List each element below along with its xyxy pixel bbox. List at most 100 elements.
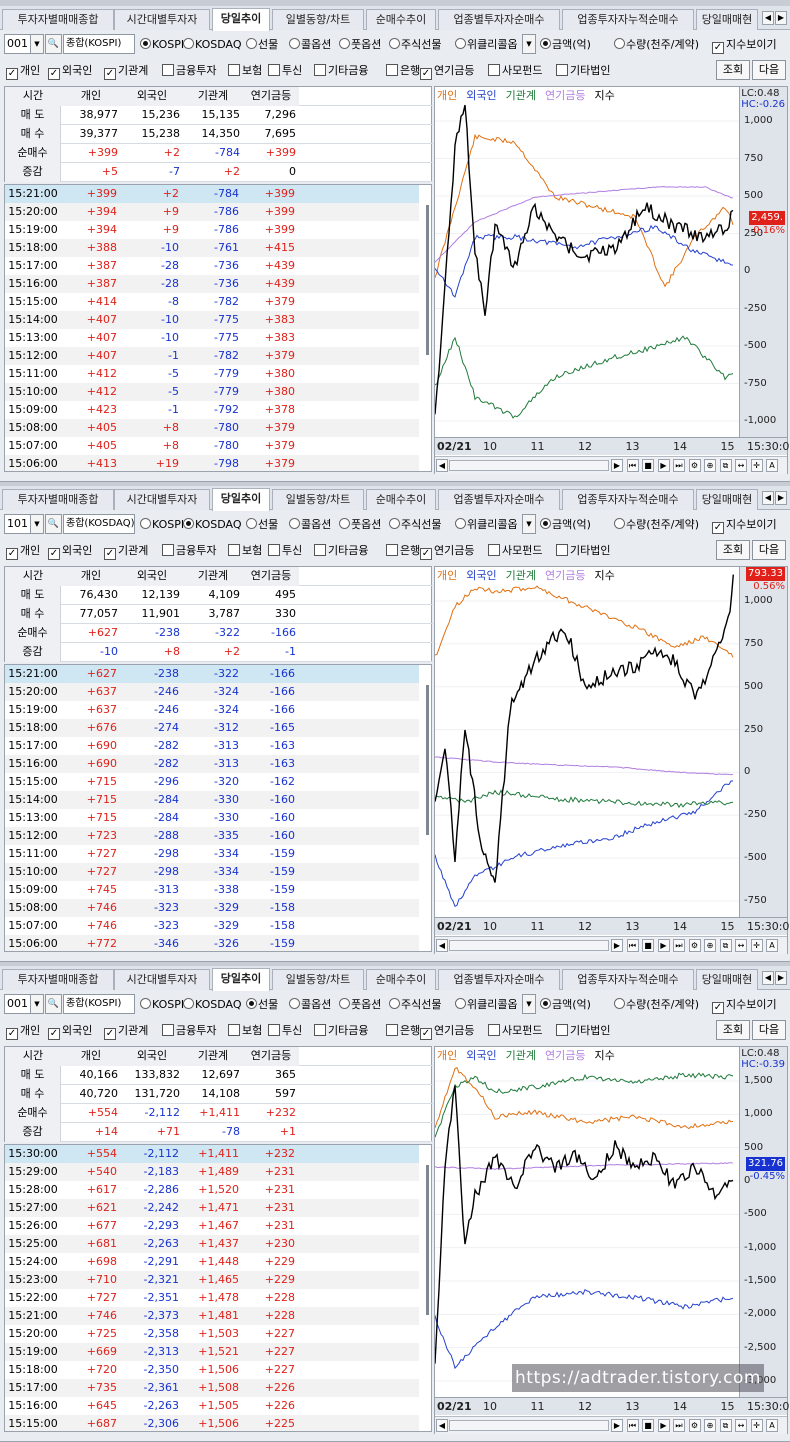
table-row[interactable]: 15:20:00 +637 -246 -324 -166 [5, 683, 419, 701]
chevron-down-icon[interactable]: ▼ [30, 994, 44, 1014]
crosshair-icon[interactable]: ✛ [750, 1419, 763, 1432]
radio-dot[interactable] [540, 518, 551, 529]
tab-1[interactable]: 투자자별매매종합 [2, 489, 114, 510]
checkbox-box[interactable]: ✓ [420, 68, 432, 80]
filter-checkbox-2[interactable]: ✓ 외국인 [48, 63, 92, 80]
radio-market-1[interactable]: KOSPI [140, 997, 184, 1013]
table-row[interactable]: 15:28:00 +617 -2,286 +1,520 +231 [5, 1181, 419, 1199]
table-row[interactable]: 15:19:00 +394 +9 -786 +399 [5, 221, 419, 239]
filter-checkbox-1[interactable]: ✓ 개인 [6, 63, 40, 80]
table-row[interactable]: 15:17:00 +690 -282 -313 -163 [5, 737, 419, 755]
table-row[interactable]: 15:09:00 +745 -313 -338 -159 [5, 881, 419, 899]
table-row[interactable]: 15:18:00 +720 -2,350 +1,506 +227 [5, 1361, 419, 1379]
radio-market-7[interactable]: 위클리콜옵 [455, 997, 518, 1013]
play-icon[interactable]: ▶ [657, 459, 670, 472]
radio-market-1[interactable]: KOSPI [140, 517, 184, 533]
crosshair-icon[interactable]: ✛ [750, 939, 763, 952]
stop-icon[interactable]: ■ [642, 939, 654, 952]
scroll-left-icon[interactable]: ◀ [436, 1419, 448, 1432]
tab-3[interactable]: 당일추이 [212, 8, 270, 31]
show-index-checkbox[interactable]: ✓ 지수보이기 [712, 517, 777, 534]
checkbox-box[interactable]: ✓ [48, 548, 60, 560]
checkbox-box[interactable]: ✓ [104, 548, 116, 560]
checkbox-box[interactable] [488, 1024, 500, 1036]
query-button[interactable]: 조회 [716, 540, 750, 560]
checkbox-box[interactable]: ✓ [104, 1028, 116, 1040]
radio-market-5[interactable]: 풋옵션 [339, 517, 381, 533]
table-row[interactable]: 15:19:00 +637 -246 -324 -166 [5, 701, 419, 719]
radio-dot[interactable] [540, 998, 551, 1009]
checkbox-box[interactable] [556, 1024, 568, 1036]
radio-dot[interactable] [389, 518, 400, 529]
table-row[interactable]: 15:15:00 +414 -8 -782 +379 [5, 293, 419, 311]
radio-unit-1[interactable]: 금액(억) [540, 997, 591, 1013]
show-index-checkbox[interactable]: ✓ 지수보이기 [712, 37, 777, 54]
query-button[interactable]: 조회 [716, 1020, 750, 1040]
tab-6[interactable]: 업종별투자자순매수 [438, 489, 560, 510]
table-row[interactable]: 15:10:00 +412 -5 -779 +380 [5, 383, 419, 401]
table-row[interactable]: 15:13:00 +715 -284 -330 -160 [5, 809, 419, 827]
radio-market-5[interactable]: 풋옵션 [339, 997, 381, 1013]
search-icon[interactable]: 🔍 [45, 34, 62, 54]
window-icon[interactable]: ⧉ [719, 459, 732, 472]
checkbox-box[interactable]: ✓ [420, 1028, 432, 1040]
filter-checkbox-10[interactable]: 사모펀드 [488, 63, 542, 79]
radio-dot[interactable] [183, 998, 194, 1009]
filter-checkbox-10[interactable]: 사모펀드 [488, 543, 542, 559]
checkbox-box[interactable] [314, 544, 326, 556]
filter-checkbox-8[interactable]: 은행 [386, 63, 420, 79]
radio-dot[interactable] [289, 38, 300, 49]
table-row[interactable]: 15:26:00 +677 -2,293 +1,467 +231 [5, 1217, 419, 1235]
table-row[interactable]: 15:16:00 +690 -282 -313 -163 [5, 755, 419, 773]
checkbox-box[interactable] [268, 64, 280, 76]
filter-checkbox-4[interactable]: 금융투자 [162, 543, 216, 559]
table-row[interactable]: 15:15:00 +715 -296 -320 -162 [5, 773, 419, 791]
filter-checkbox-11[interactable]: 기타법인 [556, 543, 610, 559]
table-row[interactable]: 15:23:00 +710 -2,321 +1,465 +229 [5, 1271, 419, 1289]
radio-unit-1[interactable]: 금액(억) [540, 517, 591, 533]
checkbox-box[interactable] [386, 544, 398, 556]
tab-scroll-left-icon[interactable]: ◀ [762, 971, 774, 985]
tab-6[interactable]: 업종별투자자순매수 [438, 969, 560, 990]
table-row[interactable]: 15:29:00 +540 -2,183 +1,489 +231 [5, 1163, 419, 1181]
tab-8[interactable]: 당일매매현 [696, 489, 758, 510]
chevron-down-icon[interactable]: ▼ [30, 514, 44, 534]
last-icon[interactable]: ⏭ [673, 1419, 685, 1432]
check-icon[interactable]: ✓ [712, 42, 724, 54]
checkbox-box[interactable] [268, 1024, 280, 1036]
text-icon[interactable]: A [766, 1419, 778, 1432]
filter-checkbox-3[interactable]: ✓ 기관계 [104, 543, 148, 560]
radio-unit-2[interactable]: 수량(천주/계약) [614, 997, 699, 1013]
last-icon[interactable]: ⏭ [673, 459, 685, 472]
radio-dot[interactable] [389, 998, 400, 1009]
filter-checkbox-6[interactable]: 투신 [268, 63, 302, 79]
table-row[interactable]: 15:06:00 +772 -346 -326 -159 [5, 935, 419, 951]
text-icon[interactable]: A [766, 459, 778, 472]
filter-checkbox-1[interactable]: ✓ 개인 [6, 543, 40, 560]
radio-dot[interactable] [246, 518, 257, 529]
radio-market-2[interactable]: KOSDAQ [183, 37, 242, 53]
checkbox-box[interactable] [162, 544, 174, 556]
filter-checkbox-2[interactable]: ✓ 외국인 [48, 1023, 92, 1040]
radio-dot[interactable] [339, 518, 350, 529]
table-row[interactable]: 15:16:00 +387 -28 -736 +439 [5, 275, 419, 293]
checkbox-box[interactable] [386, 64, 398, 76]
radio-dot[interactable] [339, 38, 350, 49]
filter-checkbox-6[interactable]: 투신 [268, 1023, 302, 1039]
checkbox-box[interactable] [162, 64, 174, 76]
radio-dot[interactable] [540, 38, 551, 49]
filter-checkbox-3[interactable]: ✓ 기관계 [104, 63, 148, 80]
table-row[interactable]: 15:22:00 +727 -2,351 +1,478 +228 [5, 1289, 419, 1307]
table-row[interactable]: 15:25:00 +681 -2,263 +1,437 +230 [5, 1235, 419, 1253]
last-icon[interactable]: ⏭ [673, 939, 685, 952]
filter-checkbox-5[interactable]: 보험 [228, 543, 262, 559]
filter-checkbox-9[interactable]: ✓ 연기금등 [420, 543, 474, 560]
search-icon[interactable]: 🔍 [45, 514, 62, 534]
table-row[interactable]: 15:21:00 +627 -238 -322 -166 [5, 665, 419, 683]
table-row[interactable]: 15:15:00 +687 -2,306 +1,506 +225 [5, 1415, 419, 1431]
checkbox-box[interactable] [488, 544, 500, 556]
chevron-down-icon[interactable]: ▼ [30, 34, 44, 54]
filter-checkbox-8[interactable]: 은행 [386, 543, 420, 559]
show-index-checkbox[interactable]: ✓ 지수보이기 [712, 997, 777, 1014]
settings-icon[interactable]: ⚙ [688, 1419, 701, 1432]
